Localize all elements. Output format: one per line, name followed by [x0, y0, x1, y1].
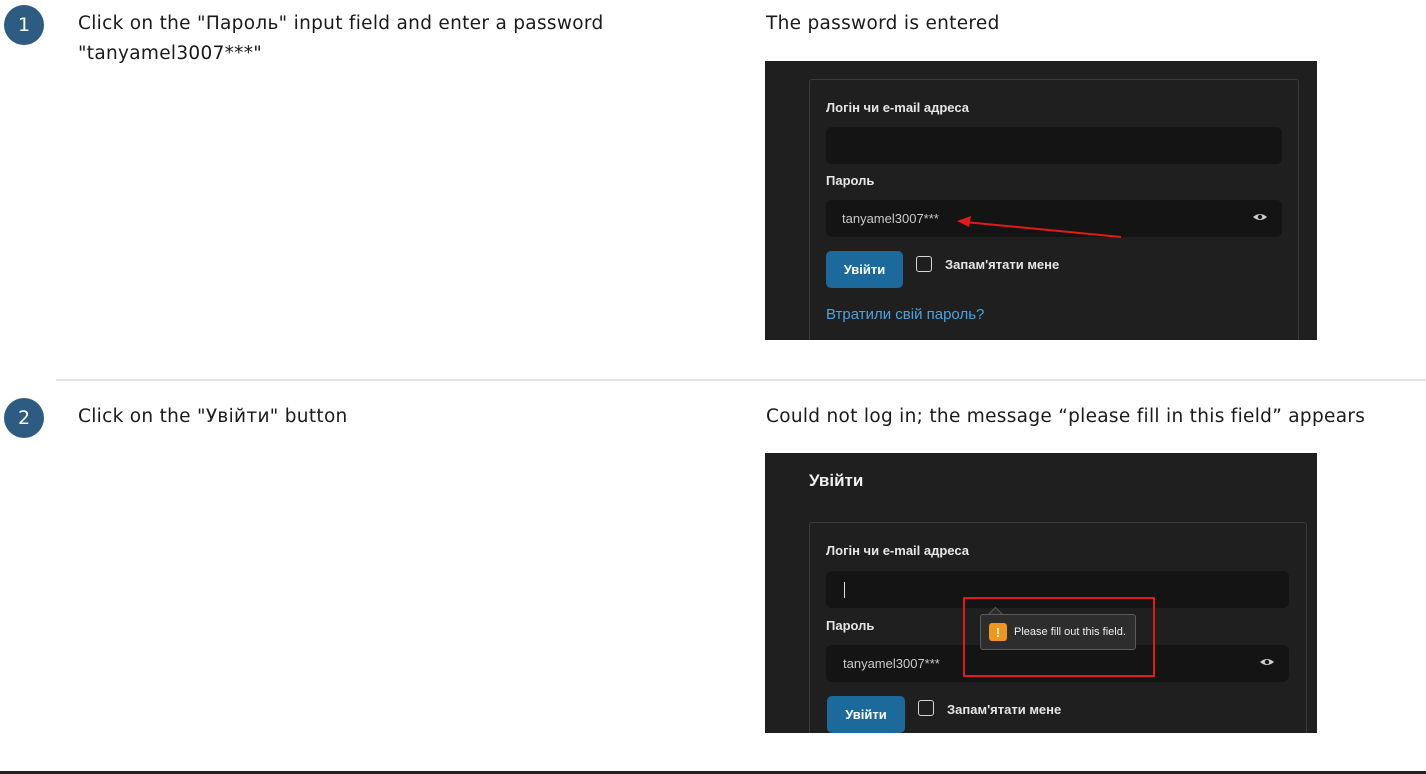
password-field-label: Пароль	[826, 618, 875, 633]
arrow-annotation	[957, 216, 1122, 238]
screenshot-password-entered: Логін чи e-mail адреса Пароль tanyamel30…	[765, 61, 1317, 340]
remember-label: Запам'ятати мене	[947, 702, 1062, 717]
forgot-password-link[interactable]: Втратили свій пароль?	[826, 306, 984, 323]
step-result-text: The password is entered	[766, 13, 1000, 34]
text-caret	[844, 582, 845, 598]
step-result-text: Could not log in; the message “please fi…	[766, 406, 1366, 427]
submit-button[interactable]: Увійти	[826, 251, 903, 288]
highlight-box	[963, 597, 1155, 677]
login-heading: Увійти	[809, 471, 864, 490]
step-action-text: Click on the "Увійти" button	[78, 406, 348, 427]
eye-icon[interactable]	[1259, 655, 1275, 672]
remember-checkbox[interactable]	[918, 700, 934, 716]
step-divider	[56, 379, 1426, 381]
step-action-text: Click on the "Пароль" input field and en…	[78, 13, 604, 64]
submit-button[interactable]: Увійти	[827, 696, 905, 733]
step-number-badge: 1	[4, 5, 44, 45]
screenshot-validation-message: Увійти Логін чи e-mail адреса Пароль tan…	[765, 453, 1317, 733]
login-field-label: Логін чи e-mail адреса	[826, 543, 969, 558]
remember-checkbox[interactable]	[916, 256, 932, 272]
remember-label: Запам'ятати мене	[945, 257, 1060, 272]
step-number-badge: 2	[4, 398, 44, 438]
password-input-value: tanyamel3007***	[843, 656, 940, 671]
